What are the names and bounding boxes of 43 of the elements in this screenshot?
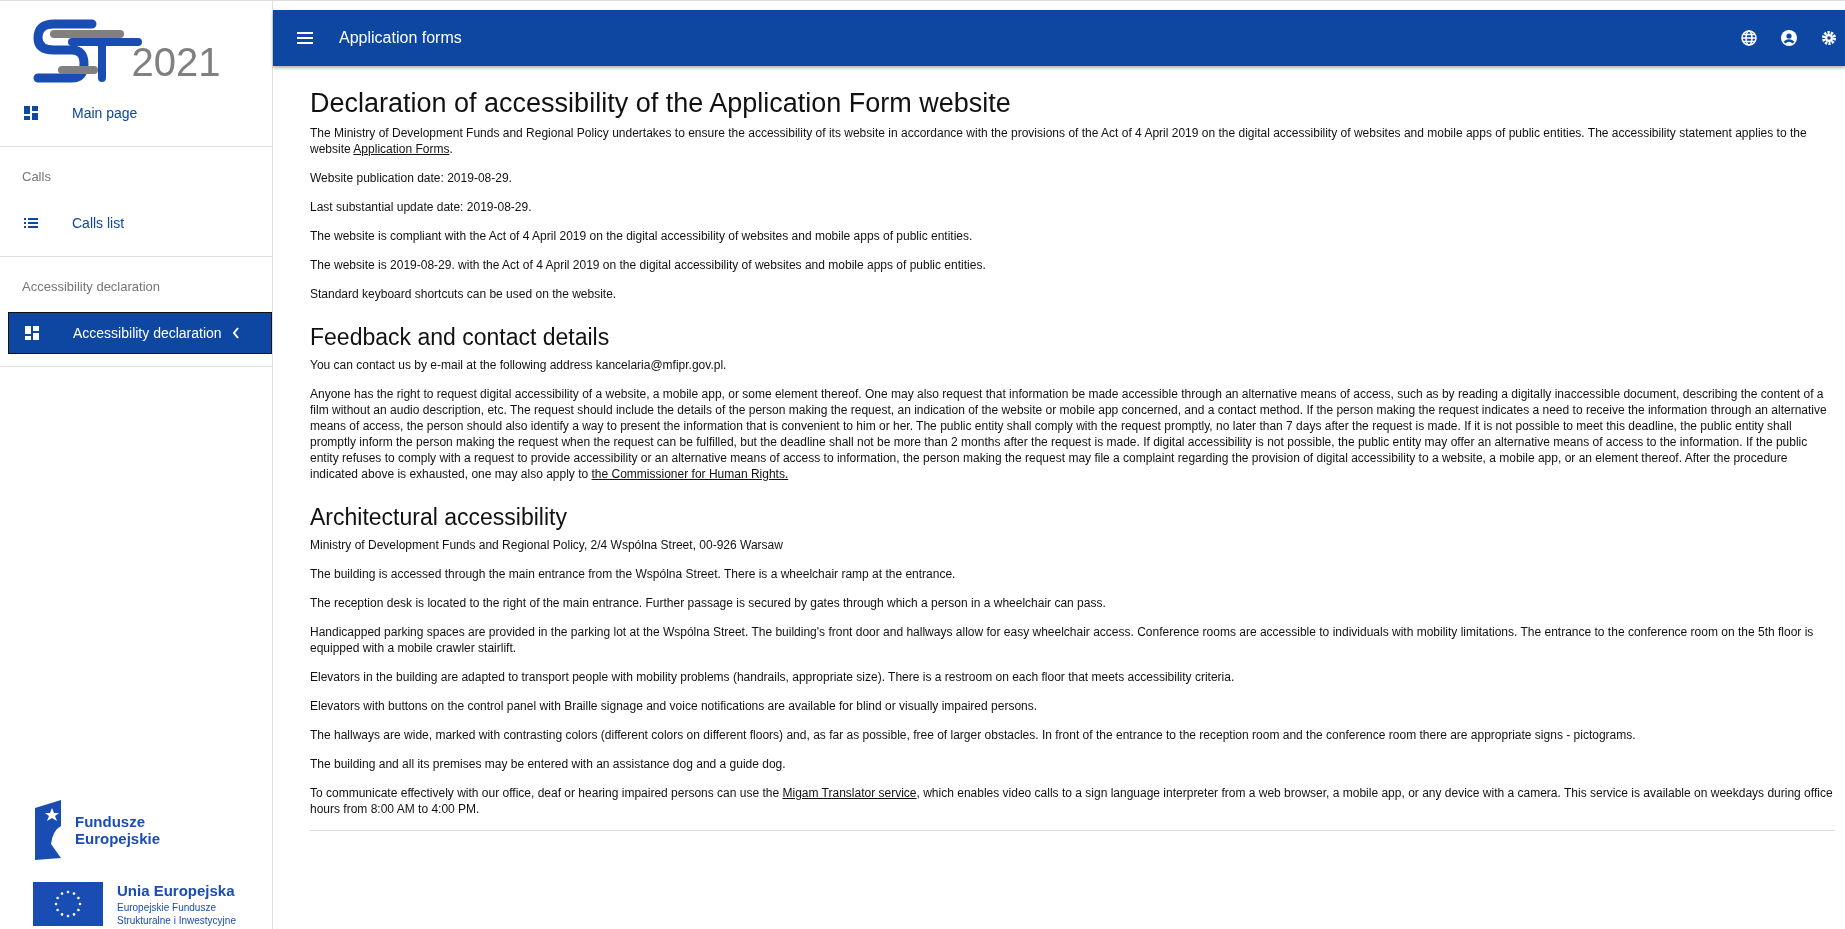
nav-section-heading: Calls — [21, 168, 52, 186]
eu-logo-title: Unia Europejska — [117, 882, 236, 899]
gear-icon — [1821, 30, 1837, 46]
paragraph: Standard keyboard shortcuts can be used on the website. — [310, 286, 618, 302]
paragraph: Handicapped parking spaces are provided in the parking lot at the Wspólna Street. The building's front door and hallways allow for easy wheelchair access. Conference rooms are accessible to individuals with mobility limitations. The entrance to the conference room on the 5th floor is equipped with a mobile crawler stairlift. — [310, 624, 1815, 656]
paragraph: Website publication date: 2019-08-29. — [310, 170, 513, 186]
text-link[interactable]: the Commissioner for Human Rights. — [591, 467, 789, 481]
paragraph: To communicate effectively with our office, deaf or hearing impaired persons can use the Migam Translator service, which enables video calls to a sign language interpreter from a web browser, a mobile app, or any device with a camera. This service is available on weekdays during office hours from 8:00 AM to 4:00 PM. — [310, 785, 1834, 817]
paragraph: Ministry of Development Funds and Regional Policy, 2/4 Wspólna Street, 00-926 Warsaw — [310, 537, 784, 553]
eu-logo-subtitle: Strukturalne i Inwestycyjne — [117, 914, 236, 927]
menu-icon — [297, 32, 313, 44]
paragraph: The Ministry of Development Funds and Regional Policy undertakes to ensure the accessibility of its website in accordance with the provisions of the Act of 4 April 2019 on the digital accessibility of websites and mobile apps of public entities. The accessibility statement applies to the website Application Forms. — [310, 125, 1808, 157]
paragraph: Elevators in the building are adapted to transport people with mobility problems (handrails, appropriate size). There is a restroom on each floor that meets accessibility criteria. — [310, 669, 1236, 685]
star-figure-icon — [33, 800, 63, 860]
page-title: Application forms — [339, 29, 462, 47]
paragraph: The reception desk is located to the right of the main entrance. Further passage is secured by gates through which a person in a wheelchair can pass. — [310, 595, 1107, 611]
text-link[interactable]: Migam Translator service — [782, 786, 917, 800]
nav-item[interactable]: Accessibility declaration — [8, 312, 272, 354]
paragraph: Elevators with buttons on the control panel with Braille signage and voice notifications are available for blind or visually impaired persons. — [310, 698, 1039, 714]
nav-item[interactable]: Calls list — [8, 202, 272, 244]
paragraph: Anyone has the right to request digital accessibility of a website, a mobile app, or some element thereof. One may also request that information be made accessible through an alternative means of access, such as by reading a digitally inaccessible document, describing the content of a film without an audio description, etc. The request should include the details of the person making the request, an indication of the website or mobile app concerned, and a contact method. If the person making the request indicates a need to receive the information through an alternative means of access, the person should also identify a way to present the information that is convenient to him or her. The public entity shall comply with the request promptly, no later than 7 days after the request is made. If it is not possible to meet this deadline, the public entity shall promptly inform the person making the request when the request can be fulfilled, but the deadline shall not be more than 2 months after the request is made. If digital accessibility is not possible, the public entity may offer an alternative means of access to the information. If the public entity refuses to comply with a request to provide accessibility or an alternative means of access to information, the person making the request may file a complaint regarding the provision of digital accessibility to a website, a mobile app, or an element thereof. After the procedure indicated above is exhausted, one may also apply to the Commissioner for Human Rights. — [310, 386, 1828, 482]
paragraph: The building is accessed through the main entrance from the Wspólna Street. There is a wheelchair ramp at the entrance. — [310, 566, 957, 582]
paragraph: The website is compliant with the Act of 4 April 2019 on the digital accessibility of websites and mobile apps of public entities. — [310, 228, 974, 244]
eu-flag-icon — [33, 882, 103, 926]
chevron-left-icon — [231, 327, 240, 339]
paragraph: The hallways are wide, marked with contrasting colors (different colors on different floors) and, as far as possible, free of larger obstacles. In front of the entrance to the reception room and the conference room there are appropriate signs - pictograms. — [310, 727, 1637, 743]
nav-item[interactable]: Main page — [8, 92, 272, 134]
section-heading: Declaration of accessibility of the Application Form website — [310, 88, 1012, 119]
list-icon — [24, 217, 38, 229]
funds-logo-text: Fundusze Europejskie — [75, 812, 161, 848]
eu-logo-subtitle: Europejskie Fundusze — [117, 901, 217, 914]
dashboard-icon — [24, 106, 38, 120]
section-heading: Architectural accessibility — [310, 504, 568, 531]
globe-icon — [1741, 30, 1757, 46]
paragraph: Last substantial update date: 2019-08-29. — [310, 199, 533, 215]
dashboard-icon — [25, 326, 39, 340]
logo-year: 2021 — [131, 42, 221, 82]
paragraph: You can contact us by e-mail at the following address kancelaria@mfipr.gov.pl. — [310, 357, 728, 373]
section-heading: Feedback and contact details — [310, 324, 611, 351]
nav-section-heading: Accessibility declaration — [21, 278, 161, 296]
paragraph: The website is 2019-08-29. with the Act of 4 April 2019 on the digital accessibility of websites and mobile apps of public entities. — [310, 257, 987, 273]
account-icon — [1781, 30, 1797, 46]
paragraph: The building and all its premises may be entered with an assistance dog and a guide dog. — [310, 756, 787, 772]
